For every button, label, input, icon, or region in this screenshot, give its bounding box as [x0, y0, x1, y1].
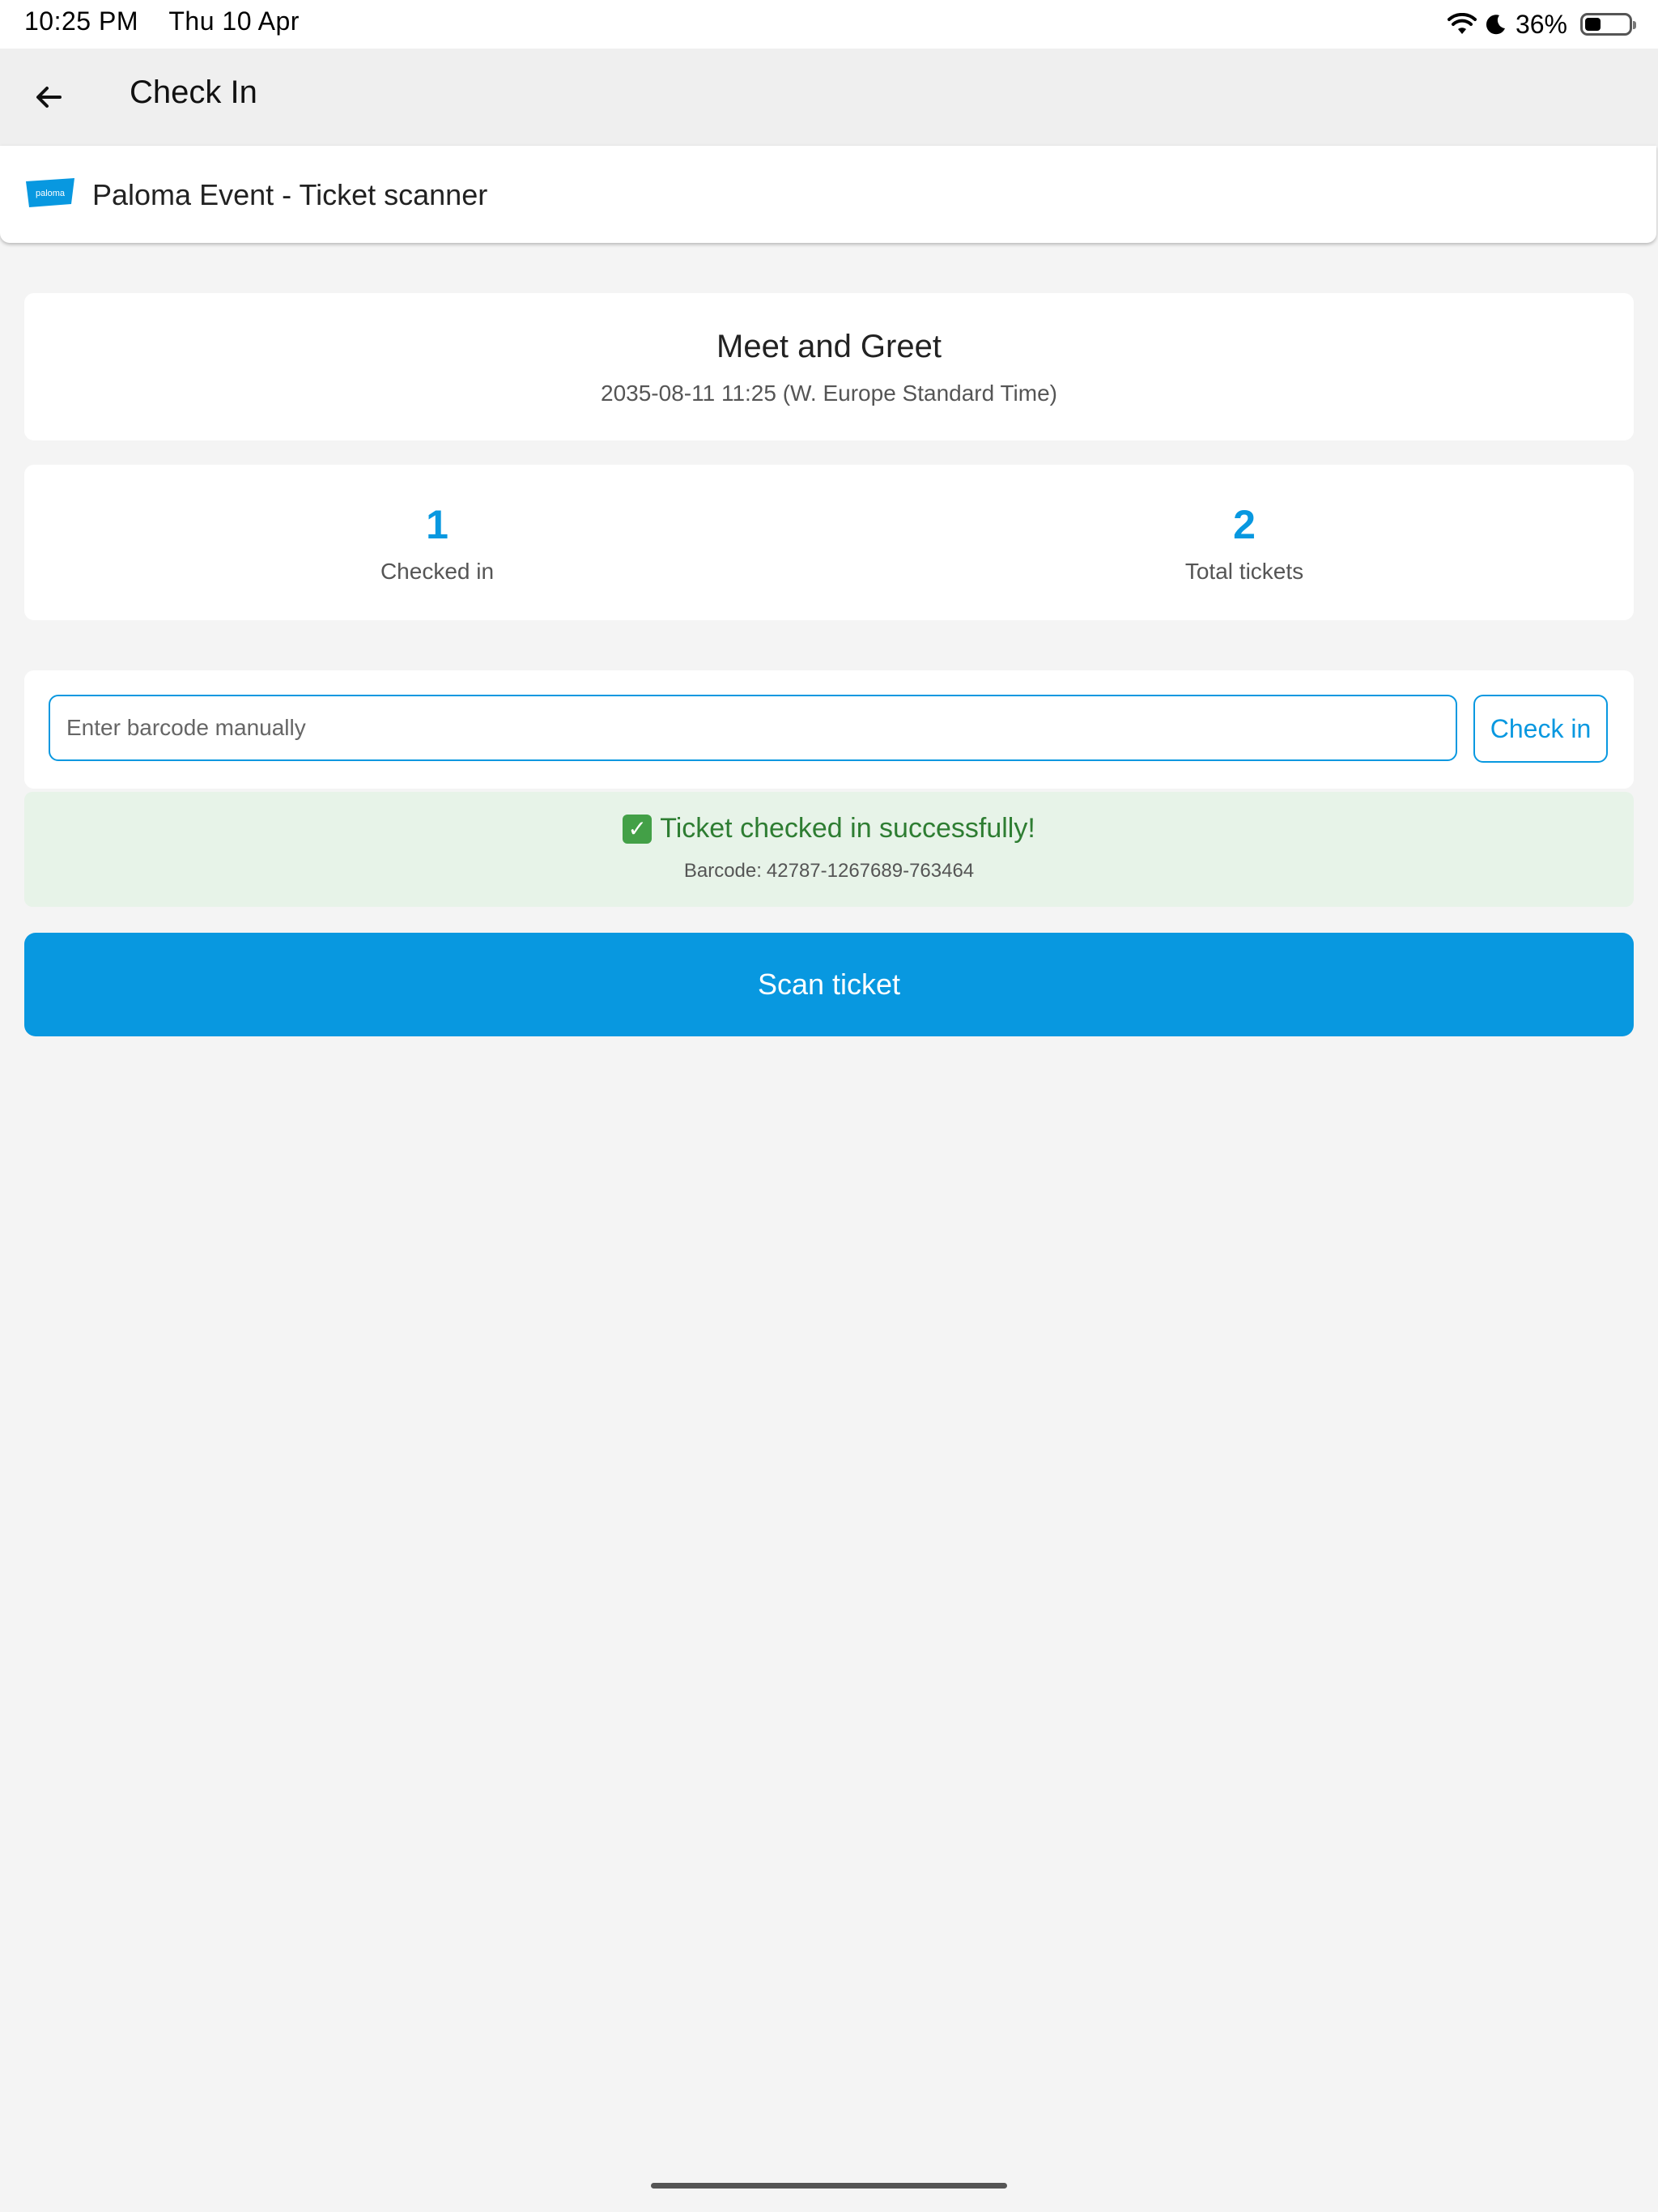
logo-text: paloma: [36, 189, 66, 198]
success-banner: ✓ Ticket checked in successfully! Barcod…: [24, 792, 1634, 907]
manual-entry-card: Check in: [24, 670, 1634, 789]
wifi-icon: [1447, 13, 1477, 34]
event-card: Meet and Greet 2035-08-11 11:25 (W. Euro…: [24, 293, 1634, 440]
app-bar: Check In: [0, 49, 1658, 146]
status-indicators: 36%: [1447, 6, 1636, 42]
barcode-value: 42787-1267689-763464: [766, 860, 975, 882]
success-message: Ticket checked in successfully!: [660, 813, 1035, 844]
stats-card: 1 Checked in 2 Total tickets: [24, 465, 1634, 620]
success-message-row: ✓ Ticket checked in successfully!: [24, 813, 1634, 844]
checked-in-stat: 1 Checked in: [194, 500, 680, 585]
check-mark-icon: ✓: [623, 814, 653, 844]
status-date: Thu 10 Apr: [168, 6, 300, 36]
battery-level: [1585, 18, 1601, 31]
barcode-label: Barcode:: [683, 860, 762, 882]
battery-icon: [1580, 13, 1636, 36]
barcode-info: Barcode: 42787-1267689-763464: [24, 860, 1634, 883]
checked-in-label: Checked in: [380, 559, 495, 584]
moon-icon: [1486, 15, 1505, 35]
total-tickets-label: Total tickets: [1184, 559, 1304, 584]
total-tickets-count: 2: [1233, 502, 1256, 547]
event-datetime: 2035-08-11 11:25 (W. Europe Standard Tim…: [601, 381, 1057, 406]
event-name: Meet and Greet: [716, 329, 942, 364]
check-in-button[interactable]: Check in: [1473, 695, 1608, 763]
barcode-input[interactable]: [49, 695, 1457, 761]
scanner-header: paloma Paloma Event - Ticket scanner: [0, 146, 1656, 243]
paloma-logo: paloma: [26, 178, 74, 207]
page-title: Check In: [130, 74, 257, 110]
home-indicator[interactable]: [651, 2183, 1007, 2189]
status-time-date: 10:25 PM Thu 10 Apr: [24, 6, 300, 36]
arrow-left-icon: [36, 87, 62, 108]
status-bar: 10:25 PM Thu 10 Apr 36%: [0, 0, 1658, 49]
back-button[interactable]: [24, 73, 73, 121]
total-tickets-stat: 2 Total tickets: [1001, 500, 1487, 585]
scanner-title: Paloma Event - Ticket scanner: [92, 178, 488, 211]
scan-ticket-button[interactable]: Scan ticket: [24, 933, 1634, 1036]
battery-percent: 36%: [1515, 9, 1567, 39]
checked-in-count: 1: [426, 502, 449, 547]
status-time: 10:25 PM: [24, 6, 138, 36]
